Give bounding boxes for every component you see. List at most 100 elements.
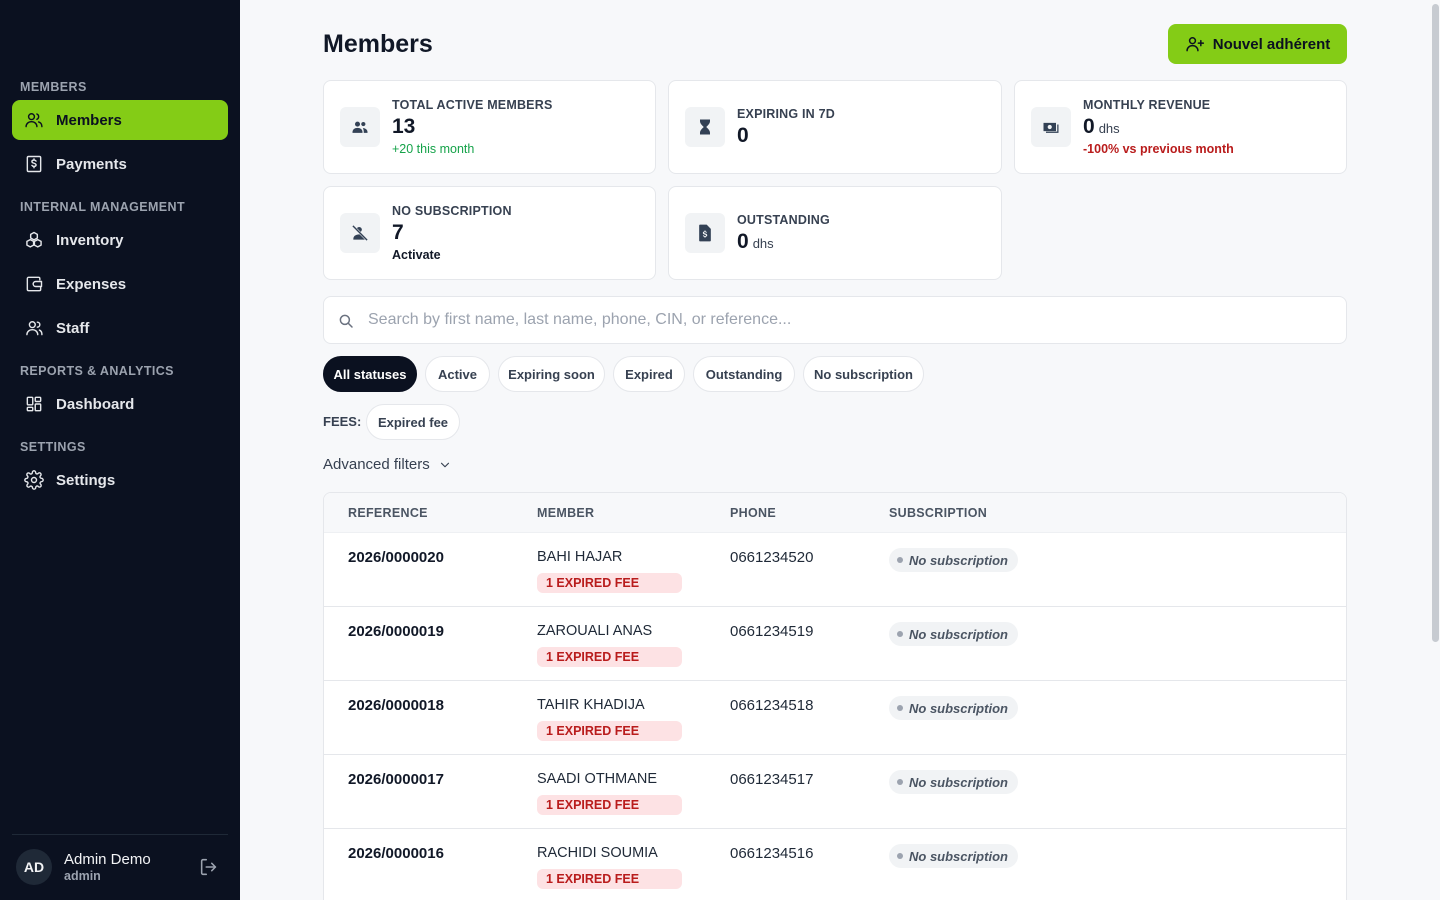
sidebar-item-label: Staff [56,319,90,337]
status-dot-icon [897,631,903,637]
hourglass-icon [685,107,725,147]
filter-no-subscription[interactable]: No subscription [803,356,924,392]
user-profile: AD Admin Demo admin [16,848,224,886]
subscription-badge: No subscription [889,622,1018,646]
table-header: REFERENCE MEMBER PHONE SUBSCRIPTION [324,493,1346,533]
table-row[interactable]: 2026/0000020 BAHI HAJAR 1 EXPIRED FEE 06… [324,533,1346,607]
advanced-filters-label: Advanced filters [323,456,430,473]
table-row[interactable]: 2026/0000017 SAADI OTHMANE 1 EXPIRED FEE… [324,755,1346,829]
boxes-icon [24,230,44,250]
people-icon [340,107,380,147]
expired-fee-badge: 1 EXPIRED FEE [537,795,682,815]
sidebar-divider [12,834,228,835]
stat-label: MONTHLY REVENUE [1083,98,1211,112]
status-dot-icon [897,705,903,711]
member-name[interactable]: RACHIDI SOUMIA [537,845,658,861]
search-icon [339,314,353,328]
members-table: REFERENCE MEMBER PHONE SUBSCRIPTION 2026… [323,492,1347,900]
sidebar-item-payments[interactable]: Payments [12,144,228,184]
filter-outstanding[interactable]: Outstanding [693,356,795,392]
filter-active[interactable]: Active [425,356,490,392]
column-subscription[interactable]: SUBSCRIPTION [889,506,987,520]
sidebar-item-label: Payments [56,155,127,173]
member-reference: 2026/0000018 [348,697,444,714]
expired-fee-badge: 1 EXPIRED FEE [537,573,682,593]
sidebar-item-label: Members [56,111,122,129]
sidebar-item-label: Settings [56,471,116,489]
page-title: Members [323,30,433,58]
member-phone: 0661234520 [730,549,814,566]
status-dot-icon [897,853,903,859]
member-name[interactable]: BAHI HAJAR [537,549,622,565]
stat-card-no-subscription: NO SUBSCRIPTION 7 Activate [323,186,656,280]
subscription-badge: No subscription [889,696,1018,720]
sidebar-item-dashboard[interactable]: Dashboard [12,384,228,424]
sidebar-section-internal-management: INTERNAL MANAGEMENT [20,200,186,214]
stat-card-outstanding: OUTSTANDING 0 dhs [668,186,1002,280]
member-reference: 2026/0000017 [348,771,444,788]
stat-label: EXPIRING IN 7D [737,107,835,121]
table-row[interactable]: 2026/0000018 TAHIR KHADIJA 1 EXPIRED FEE… [324,681,1346,755]
column-member[interactable]: MEMBER [537,506,594,520]
new-member-button[interactable]: Nouvel adhérent [1168,24,1347,64]
user-name: Admin Demo [64,851,151,868]
member-phone: 0661234517 [730,771,814,788]
sidebar: MEMBERS Members Payments INTERNAL MANAGE… [0,0,240,900]
sidebar-item-inventory[interactable]: Inventory [12,220,228,260]
table-row[interactable]: 2026/0000019 ZAROUALI ANAS 1 EXPIRED FEE… [324,607,1346,681]
subscription-badge: No subscription [889,844,1018,868]
scrollbar-thumb[interactable] [1432,4,1439,642]
table-row[interactable]: 2026/0000016 RACHIDI SOUMIA 1 EXPIRED FE… [324,829,1346,900]
subscription-badge: No subscription [889,548,1018,572]
filter-expiring-soon[interactable]: Expiring soon [498,356,605,392]
sidebar-item-expenses[interactable]: Expenses [12,264,228,304]
advanced-filters-toggle[interactable]: Advanced filters [323,456,452,473]
member-name[interactable]: TAHIR KHADIJA [537,697,645,713]
filter-expired-fee[interactable]: Expired fee [366,404,460,440]
stat-value: 13 [392,115,416,138]
expired-fee-badge: 1 EXPIRED FEE [537,869,682,889]
member-reference: 2026/0000016 [348,845,444,862]
gear-icon [24,470,44,490]
stat-subtext: +20 this month [392,142,475,156]
logout-icon[interactable] [198,856,220,878]
activate-link[interactable]: Activate [392,248,441,262]
filter-all-statuses[interactable]: All statuses [323,356,417,392]
search-input[interactable] [368,297,1328,343]
member-phone: 0661234519 [730,623,814,640]
stat-label: OUTSTANDING [737,213,830,227]
avatar[interactable]: AD [16,849,52,885]
stat-value: 0 [737,124,749,147]
status-dot-icon [897,779,903,785]
stat-card-total-active: TOTAL ACTIVE MEMBERS 13 +20 this month [323,80,656,174]
expired-fee-badge: 1 EXPIRED FEE [537,647,682,667]
sidebar-item-label: Dashboard [56,395,135,413]
user-role: admin [64,869,101,883]
cash-icon [1031,107,1071,147]
chevron-down-icon [440,462,449,467]
page-scrollbar[interactable] [1430,0,1440,900]
stat-subtext: -100% vs previous month [1083,142,1234,156]
sidebar-item-label: Inventory [56,231,124,249]
user-plus-icon [1186,37,1204,52]
column-phone[interactable]: PHONE [730,506,776,520]
stat-value: 0 dhs [737,230,774,253]
search-bar [323,296,1347,344]
sidebar-item-members[interactable]: Members [12,100,228,140]
status-dot-icon [897,557,903,563]
sidebar-section-reports: REPORTS & ANALYTICS [20,364,174,378]
stat-value: 0 dhs [1083,115,1120,138]
receipt-dollar-icon [24,154,44,174]
member-name[interactable]: SAADI OTHMANE [537,771,657,787]
invoice-icon [685,213,725,253]
member-phone: 0661234518 [730,697,814,714]
member-phone: 0661234516 [730,845,814,862]
member-name[interactable]: ZAROUALI ANAS [537,623,652,639]
user-group-icon [24,318,44,338]
column-reference[interactable]: REFERENCE [348,506,428,520]
sidebar-item-settings[interactable]: Settings [12,460,228,500]
sidebar-item-staff[interactable]: Staff [12,308,228,348]
sidebar-section-settings: SETTINGS [20,440,86,454]
stat-label: TOTAL ACTIVE MEMBERS [392,98,553,112]
filter-expired[interactable]: Expired [613,356,685,392]
